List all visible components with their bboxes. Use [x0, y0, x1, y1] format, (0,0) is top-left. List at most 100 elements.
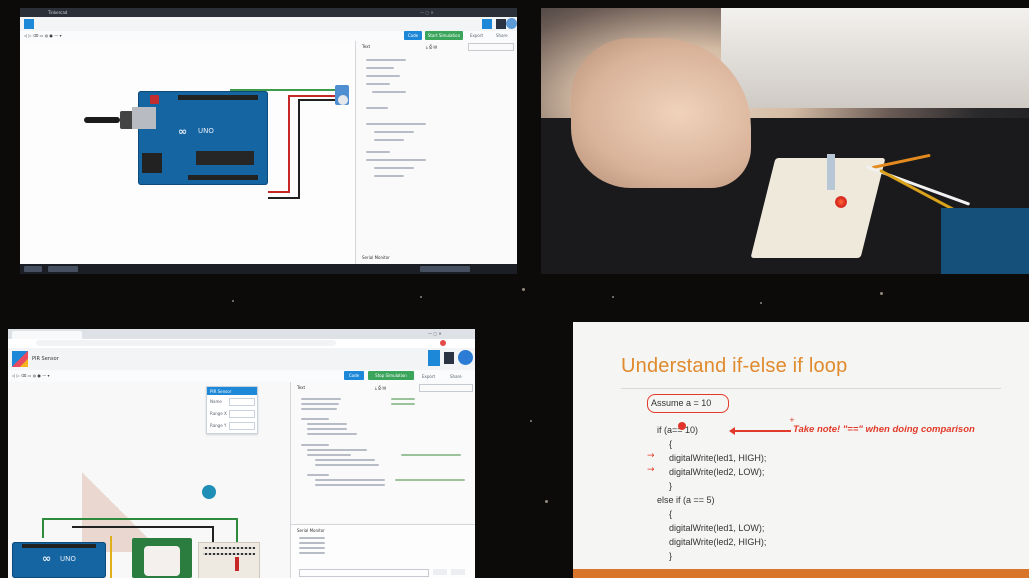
- code-comment: [395, 479, 465, 481]
- export-link[interactable]: Export: [422, 374, 435, 379]
- code-comment: [401, 454, 461, 456]
- avatar[interactable]: [506, 18, 517, 29]
- code-line: [307, 423, 347, 425]
- app-header: [20, 17, 517, 32]
- reset-button[interactable]: [150, 95, 159, 104]
- start-simulation-button[interactable]: Start Simulation: [425, 31, 463, 40]
- taskbar: [20, 264, 517, 274]
- code-line: [307, 474, 329, 476]
- code-comment: [391, 398, 415, 400]
- uno-logo: ∞: [42, 552, 52, 565]
- browser-tab[interactable]: [12, 331, 82, 339]
- avatar[interactable]: [458, 350, 473, 365]
- serial-monitor-title: Serial Monitor: [297, 528, 325, 533]
- code-line: digitalWrite(led1, LOW);: [669, 523, 765, 533]
- extension-icon[interactable]: [440, 340, 446, 346]
- wire-black: [298, 99, 336, 101]
- breadboard-row: [203, 547, 255, 549]
- code-line: {: [669, 509, 673, 519]
- design-icon[interactable]: [428, 350, 440, 366]
- code-line: [374, 175, 404, 177]
- send-button[interactable]: [433, 569, 447, 575]
- code-line: [366, 123, 426, 125]
- code-comment: [391, 403, 415, 405]
- code-panel-icons[interactable]: ⤓ ⎙ ▤: [375, 385, 386, 390]
- arrow-mark-icon: →: [647, 451, 655, 461]
- window-controls[interactable]: — ▢ ✕: [428, 331, 442, 336]
- serial-monitor-panel: Serial Monitor: [291, 524, 475, 578]
- window-controls[interactable]: — ▢ ✕: [420, 10, 434, 15]
- window-title: Tinkercad: [48, 10, 68, 15]
- stop-simulation-button[interactable]: Stop Simulation: [368, 371, 414, 380]
- arduino-uno-board[interactable]: ∞ UNO: [12, 542, 106, 578]
- serial-input[interactable]: [299, 569, 429, 577]
- share-link[interactable]: Share: [496, 33, 508, 38]
- assume-highlight: [647, 394, 729, 413]
- design-icon[interactable]: [482, 19, 492, 29]
- list-icon[interactable]: [444, 352, 454, 364]
- code-line: [301, 398, 341, 400]
- simulated-object[interactable]: [202, 485, 216, 499]
- browser-tab-bar: — ▢ ✕: [8, 329, 475, 339]
- code-line: [301, 408, 337, 410]
- code-panel-title: Text: [362, 44, 371, 49]
- tinkercad-window-bottom: — ▢ ✕ PIR Sensor ◁ ▷ ⌫ ▭ ◍ ● — ▾ Code St…: [8, 329, 475, 578]
- bokeh-dot: [545, 500, 548, 503]
- toolbar-icons[interactable]: ◁ ▷ ⌫ ▭ ◍ ● — ▾: [12, 373, 49, 378]
- circuit-canvas[interactable]: ∞ UNO PIR Sensor Name Range X Range Y: [8, 382, 290, 578]
- pir-sensor-board[interactable]: [132, 538, 192, 578]
- slide-title: Understand if-else if loop: [621, 355, 848, 377]
- tinkercad-logo-icon: [24, 19, 34, 29]
- share-link[interactable]: Share: [450, 374, 462, 379]
- code-button[interactable]: Code: [404, 31, 422, 40]
- sensor-eye: [338, 95, 348, 105]
- bokeh-dot: [612, 296, 614, 298]
- component-dropdown[interactable]: [419, 384, 473, 392]
- serial-line: [299, 542, 325, 544]
- taskbar-item[interactable]: [24, 266, 42, 272]
- code-line: digitalWrite(led1, HIGH);: [669, 453, 767, 463]
- range-x-input[interactable]: [229, 410, 255, 418]
- project-title: PIR Sensor: [32, 356, 59, 362]
- bokeh-dot: [232, 300, 234, 302]
- code-line: [307, 433, 357, 435]
- circuit-canvas[interactable]: ∞ UNO: [20, 41, 355, 264]
- wire-red: [288, 95, 290, 191]
- code-panel-icons[interactable]: ⤓ ⎙ ▤: [426, 44, 437, 49]
- export-link[interactable]: Export: [470, 33, 483, 38]
- arrow-head-icon: [729, 427, 735, 435]
- name-input[interactable]: [229, 398, 255, 406]
- bokeh-dot: [760, 302, 762, 304]
- code-button[interactable]: Code: [344, 371, 364, 380]
- serial-line: [299, 552, 325, 554]
- led-component: [235, 557, 239, 571]
- code-line: [301, 403, 339, 405]
- slide-footer-bar: [573, 569, 1029, 578]
- code-line: [307, 428, 347, 430]
- annotation-arrow: [733, 430, 791, 432]
- bokeh-dot: [522, 288, 525, 291]
- wire-red: [268, 191, 290, 193]
- arduino-uno-board[interactable]: ∞ UNO: [132, 91, 268, 185]
- range-y-input[interactable]: [229, 422, 255, 430]
- bokeh-dot: [420, 296, 422, 298]
- url-field[interactable]: [36, 340, 336, 346]
- taskbar-item[interactable]: [48, 266, 78, 272]
- wire-yellow: [110, 536, 112, 578]
- serial-monitor-toggle[interactable]: Serial Monitor: [362, 255, 390, 260]
- code-line: [315, 479, 385, 481]
- atmega-chip: [196, 151, 254, 165]
- code-line: [374, 167, 414, 169]
- toolbar-icons[interactable]: ◁ ▷ ⌫ ▭ ◍ ● — ▾: [24, 33, 61, 38]
- webcam-photo: [541, 8, 1029, 274]
- code-line: [307, 454, 351, 456]
- popup-header: PIR Sensor: [207, 387, 257, 395]
- code-line: }: [669, 551, 673, 561]
- breadboard[interactable]: [198, 542, 260, 578]
- clear-button[interactable]: [451, 569, 465, 575]
- wire-black: [268, 197, 300, 199]
- popup-title: PIR Sensor: [210, 389, 232, 394]
- list-icon[interactable]: [496, 19, 506, 29]
- wire-green: [42, 518, 44, 538]
- component-dropdown[interactable]: [468, 43, 514, 51]
